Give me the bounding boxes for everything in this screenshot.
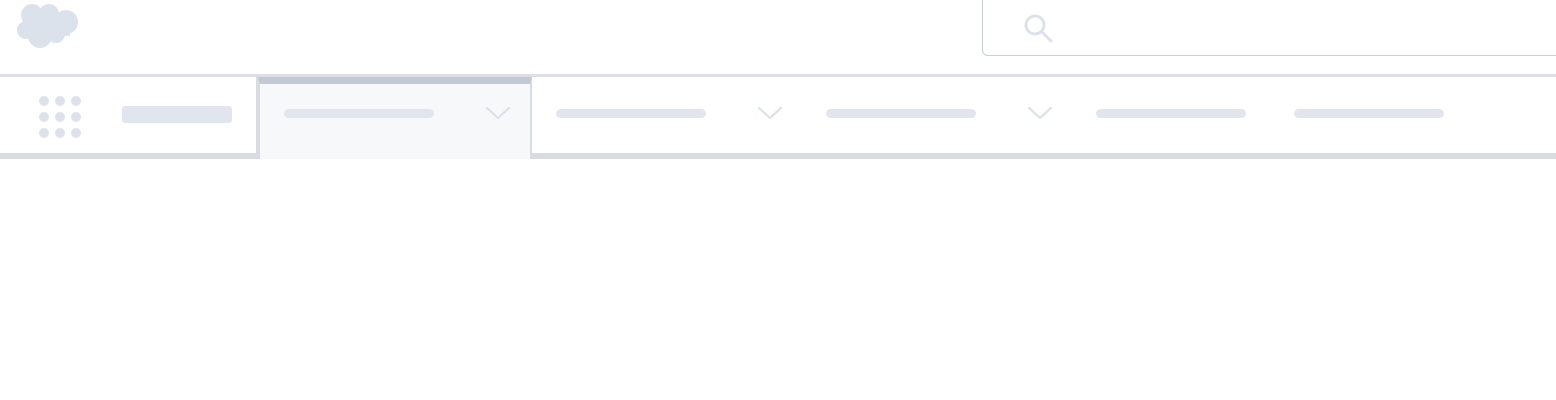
page	[0, 0, 1556, 400]
nav-tab-label	[826, 109, 976, 118]
nav-tab-2[interactable]	[532, 77, 802, 153]
navigation-bar	[0, 74, 1556, 159]
search-icon	[1024, 14, 1053, 43]
app-name	[122, 106, 232, 123]
nav-tab-1[interactable]	[258, 77, 532, 159]
nav-tab-label	[556, 109, 706, 118]
salesforce-cloud-logo[interactable]	[14, 2, 82, 50]
chevron-down-icon[interactable]	[1027, 105, 1053, 121]
nav-tab-label	[1294, 109, 1444, 118]
nav-tab-3[interactable]	[802, 77, 1072, 153]
chevron-down-icon[interactable]	[485, 105, 511, 121]
nav-tab-label	[284, 109, 434, 118]
global-search-input[interactable]	[982, 0, 1556, 56]
global-header	[0, 0, 1556, 74]
chevron-down-icon[interactable]	[757, 105, 783, 121]
nav-tab-5[interactable]	[1270, 77, 1468, 153]
nav-tab-label	[1096, 109, 1246, 118]
nav-bottom-border	[0, 153, 1556, 159]
nav-tab-4[interactable]	[1072, 77, 1270, 153]
app-launcher-icon[interactable]	[38, 95, 84, 139]
